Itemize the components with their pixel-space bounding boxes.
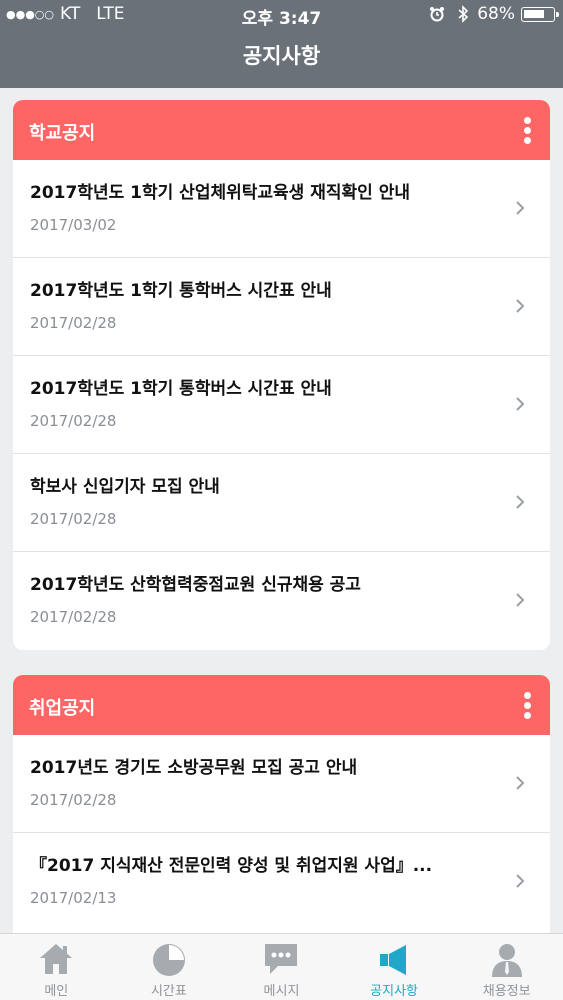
chevron-right-icon	[516, 299, 525, 313]
section-title: 학교공지	[29, 123, 96, 144]
list-item[interactable]: 2017학년도 1학기 통학버스 시간표 안내 2017/02/28	[13, 258, 550, 356]
notice-date: 2017/02/28	[30, 412, 117, 430]
notice-date: 2017/03/02	[30, 216, 117, 234]
notice-title: 학보사 신입기자 모집 안내	[30, 477, 220, 497]
school-notice-card: 학교공지 2017학년도 1학기 산업체위탁교육생 재직확인 안내 2017/0…	[13, 100, 550, 650]
notice-title: 2017학년도 산학협력중점교원 신규채용 공고	[30, 575, 361, 595]
notice-date: 2017/02/28	[30, 608, 117, 626]
tab-notice[interactable]: 공지사항	[338, 934, 451, 1000]
bluetooth-icon	[458, 5, 469, 23]
notice-title: 2017학년도 1학기 통학버스 시간표 안내	[30, 281, 332, 301]
tab-label: 시간표	[150, 984, 187, 999]
notice-date: 2017/02/28	[30, 791, 117, 809]
chevron-right-icon	[516, 874, 525, 888]
tab-main[interactable]: 메인	[0, 934, 113, 1000]
list-item[interactable]: 2017년도 경기도 소방공무원 모집 공고 안내 2017/02/28	[13, 735, 550, 833]
list-item[interactable]: 2017학년도 산학협력중점교원 신규채용 공고 2017/02/28	[13, 552, 550, 650]
chevron-right-icon	[516, 776, 525, 790]
notice-date: 2017/02/13	[30, 889, 117, 907]
tab-label: 공지사항	[370, 984, 418, 999]
megaphone-icon	[380, 945, 407, 975]
section-title: 취업공지	[29, 698, 96, 719]
list-item[interactable]: 2017학년도 1학기 산업체위탁교육생 재직확인 안내 2017/03/02	[13, 160, 550, 258]
status-bar: ●●●○○ KT LTE 오후 3:47 68%	[0, 0, 563, 30]
chevron-right-icon	[516, 397, 525, 411]
notice-title: 2017학년도 1학기 산업체위탁교육생 재직확인 안내	[30, 183, 410, 203]
chevron-right-icon	[516, 593, 525, 607]
tab-label: 채용정보	[482, 984, 531, 999]
chevron-right-icon	[516, 495, 525, 509]
tab-message[interactable]: 메시지	[225, 934, 338, 1000]
notice-title: 『2017 지식재산 전문인력 양성 및 취업지원 사업』...	[30, 856, 433, 876]
more-menu-icon[interactable]	[524, 692, 532, 720]
chevron-right-icon	[516, 201, 525, 215]
clock-icon	[152, 944, 185, 976]
alarm-icon	[430, 7, 445, 22]
notice-title: 2017년도 경기도 소방공무원 모집 공고 안내	[30, 758, 358, 778]
top-bar: ●●●○○ KT LTE 오후 3:47 68% 공지사항	[0, 0, 563, 88]
page-title: 공지사항	[242, 44, 321, 68]
person-icon	[491, 944, 522, 977]
tab-label: 메인	[44, 984, 69, 999]
battery-percent: 68%	[477, 4, 515, 24]
notice-date: 2017/02/28	[30, 314, 117, 332]
home-icon	[40, 944, 73, 974]
job-notice-header: 취업공지	[13, 675, 550, 735]
tab-jobs[interactable]: 채용정보	[450, 934, 563, 1000]
tab-label: 메시지	[263, 984, 300, 999]
school-notice-header: 학교공지	[13, 100, 550, 160]
tab-bar: 메인 시간표 메시지 공지사항 채용정보	[0, 933, 563, 1000]
tab-timetable[interactable]: 시간표	[113, 934, 226, 1000]
message-icon	[265, 944, 298, 974]
list-item[interactable]: 『2017 지식재산 전문인력 양성 및 취업지원 사업』... 2017/02…	[13, 833, 550, 931]
job-notice-card: 취업공지 2017년도 경기도 소방공무원 모집 공고 안내 2017/02/2…	[13, 675, 550, 933]
notice-date: 2017/02/28	[30, 510, 117, 528]
notice-title: 2017학년도 1학기 통학버스 시간표 안내	[30, 379, 332, 399]
battery-icon	[521, 6, 559, 22]
more-menu-icon[interactable]	[524, 117, 532, 145]
list-item[interactable]: 학보사 신입기자 모집 안내 2017/02/28	[13, 454, 550, 552]
list-item[interactable]: 2017학년도 1학기 통학버스 시간표 안내 2017/02/28	[13, 356, 550, 454]
